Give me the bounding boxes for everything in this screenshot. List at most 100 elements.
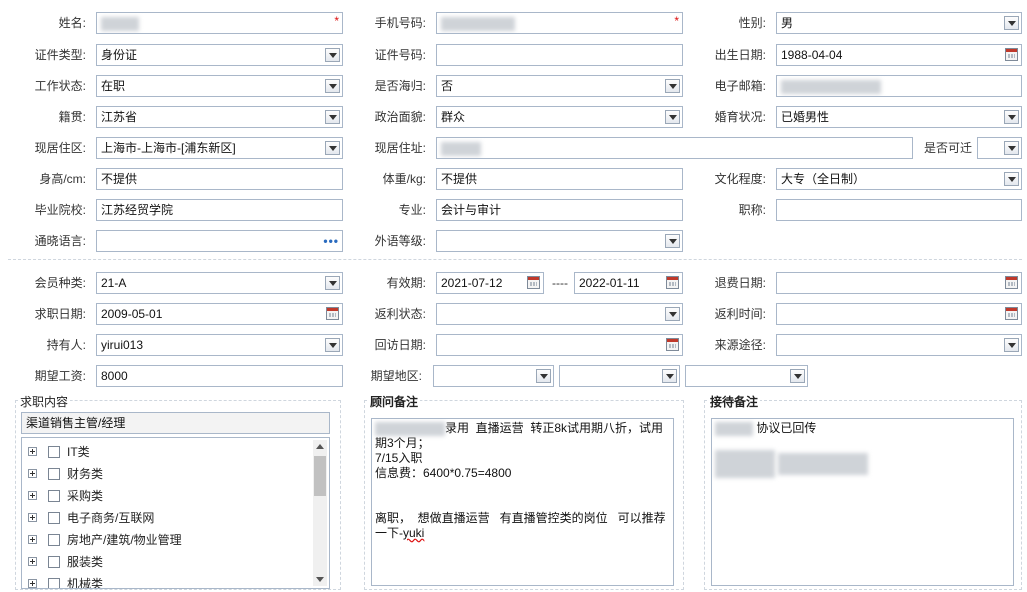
- chevron-down-icon[interactable]: [536, 369, 551, 383]
- chevron-down-icon[interactable]: [665, 79, 680, 93]
- member-type-select[interactable]: 21-A: [96, 272, 343, 294]
- gender-label: 性别:: [738, 16, 766, 30]
- chevron-down-icon[interactable]: [1004, 16, 1019, 30]
- chevron-down-icon[interactable]: [665, 307, 680, 321]
- height-field[interactable]: 不提供: [96, 168, 343, 190]
- chevron-down-icon[interactable]: [1004, 110, 1019, 124]
- region-label: 期望地区:: [370, 369, 422, 383]
- political-label: 政治面貌:: [374, 110, 426, 124]
- chevron-down-icon[interactable]: [665, 234, 680, 248]
- rebate-time-field[interactable]: [776, 303, 1022, 325]
- idno-label: 证件号码:: [374, 48, 426, 62]
- foreign-level-select[interactable]: [436, 230, 683, 252]
- phone-field[interactable]: *: [436, 12, 683, 34]
- expand-icon[interactable]: [28, 535, 37, 544]
- region-city-select[interactable]: [559, 365, 680, 387]
- district-label: 现居住区:: [34, 141, 86, 155]
- tree-scrollbar[interactable]: [313, 440, 327, 586]
- idno-field[interactable]: [436, 44, 683, 66]
- birth-date-field[interactable]: 1988-04-04: [776, 44, 1022, 66]
- weight-field[interactable]: 不提供: [436, 168, 683, 190]
- checkbox[interactable]: [48, 578, 60, 588]
- calendar-icon[interactable]: [326, 307, 339, 320]
- major-value: 会计与审计: [441, 203, 502, 217]
- more-icon[interactable]: •••: [323, 231, 339, 251]
- expand-icon[interactable]: [28, 491, 37, 500]
- chevron-down-icon[interactable]: [325, 48, 340, 62]
- district-select[interactable]: 上海市-上海市-[浦东新区]: [96, 137, 343, 159]
- calendar-icon[interactable]: [666, 338, 679, 351]
- chevron-down-icon[interactable]: [325, 338, 340, 352]
- scroll-down-icon[interactable]: [316, 577, 324, 582]
- advisor-notes-textarea[interactable]: 录用 直播运营 转正8k试用期八折，试用 期3个月； 7/15入职 信息费：64…: [371, 418, 674, 586]
- expand-icon[interactable]: [28, 579, 37, 588]
- marital-select[interactable]: 已婚男性: [776, 106, 1022, 128]
- region-province-select[interactable]: [433, 365, 554, 387]
- checkbox[interactable]: [48, 534, 60, 546]
- scroll-up-icon[interactable]: [316, 444, 324, 449]
- idtype-select[interactable]: 身份证: [96, 44, 343, 66]
- checkbox[interactable]: [48, 490, 60, 502]
- title-field[interactable]: [776, 199, 1022, 221]
- major-field[interactable]: 会计与审计: [436, 199, 683, 221]
- checkbox[interactable]: [48, 446, 60, 458]
- education-select[interactable]: 大专（全日制）: [776, 168, 1022, 190]
- expand-icon[interactable]: [28, 513, 37, 522]
- relocate-select[interactable]: [977, 137, 1022, 159]
- advisor-notes-title: 顾问备注: [368, 393, 421, 410]
- chevron-down-icon[interactable]: [790, 369, 805, 383]
- gender-select[interactable]: 男: [776, 12, 1022, 34]
- scroll-thumb[interactable]: [314, 456, 326, 496]
- checkbox[interactable]: [48, 556, 60, 568]
- valid-to-field[interactable]: 2022-01-11: [574, 272, 683, 294]
- chevron-down-icon[interactable]: [325, 276, 340, 290]
- expand-icon[interactable]: [28, 557, 37, 566]
- region-district-select[interactable]: [685, 365, 808, 387]
- valid-separator: ----: [552, 276, 568, 290]
- school-label: 毕业院校:: [34, 203, 86, 217]
- calendar-icon[interactable]: [527, 276, 540, 289]
- checkbox[interactable]: [48, 512, 60, 524]
- valid-to-value: 2022-01-11: [579, 276, 640, 290]
- weight-label: 体重/kg:: [382, 172, 426, 186]
- valid-from-field[interactable]: 2021-07-12: [436, 272, 544, 294]
- jobdate-field[interactable]: 2009-05-01: [96, 303, 343, 325]
- chevron-down-icon[interactable]: [1004, 172, 1019, 186]
- expand-icon[interactable]: [28, 469, 37, 478]
- calendar-icon[interactable]: [1005, 307, 1018, 320]
- chevron-down-icon[interactable]: [665, 110, 680, 124]
- salary-field[interactable]: 8000: [96, 365, 343, 387]
- job-selected-field[interactable]: 渠道销售主管/经理: [21, 412, 330, 434]
- political-select[interactable]: 群众: [436, 106, 683, 128]
- jobdate-value: 2009-05-01: [101, 307, 163, 321]
- chevron-down-icon[interactable]: [325, 141, 340, 155]
- native-select[interactable]: 江苏省: [96, 106, 343, 128]
- holder-select[interactable]: yirui013: [96, 334, 343, 356]
- calendar-icon[interactable]: [1005, 48, 1018, 61]
- district-value: 上海市-上海市-[浦东新区]: [101, 141, 236, 155]
- chevron-down-icon[interactable]: [662, 369, 677, 383]
- rebate-status-select[interactable]: [436, 303, 683, 325]
- job-category-tree[interactable]: IT类 财务类 采购类 电子商务/互联网 房地产/建筑/物业管理 服装类 机械类: [21, 437, 330, 589]
- email-field[interactable]: [776, 75, 1022, 97]
- chevron-down-icon[interactable]: [325, 110, 340, 124]
- calendar-icon[interactable]: [666, 276, 679, 289]
- language-field[interactable]: •••: [96, 230, 343, 252]
- address-field[interactable]: [436, 137, 913, 159]
- workstatus-select[interactable]: 在职: [96, 75, 343, 97]
- name-field[interactable]: *: [96, 12, 343, 34]
- refund-date-field[interactable]: [776, 272, 1022, 294]
- name-label: 姓名:: [58, 16, 86, 30]
- calendar-icon[interactable]: [1005, 276, 1018, 289]
- checkbox[interactable]: [48, 468, 60, 480]
- source-select[interactable]: [776, 334, 1022, 356]
- chevron-down-icon[interactable]: [1004, 141, 1019, 155]
- returnee-select[interactable]: 否: [436, 75, 683, 97]
- reception-notes-textarea[interactable]: 协议已回传: [711, 418, 1014, 586]
- chevron-down-icon[interactable]: [1004, 338, 1019, 352]
- expand-icon[interactable]: [28, 447, 37, 456]
- title-label: 职称:: [738, 203, 766, 217]
- visit-date-field[interactable]: [436, 334, 683, 356]
- chevron-down-icon[interactable]: [325, 79, 340, 93]
- school-field[interactable]: 江苏经贸学院: [96, 199, 343, 221]
